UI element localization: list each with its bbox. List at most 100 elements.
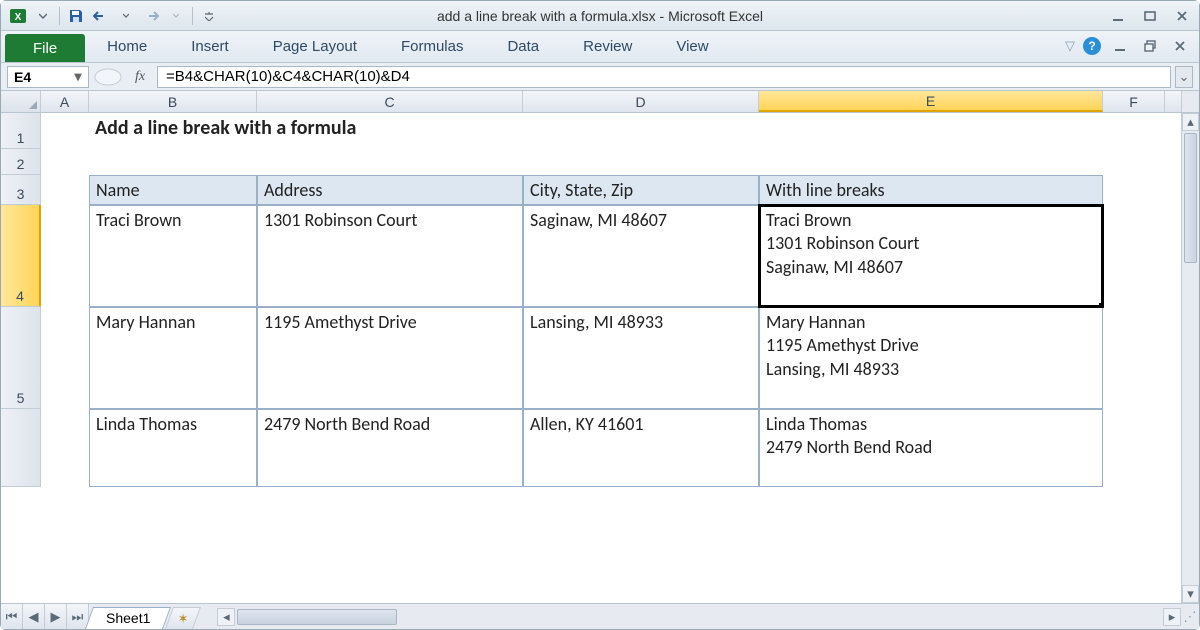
- row-header-4[interactable]: 4: [1, 205, 41, 307]
- vertical-scroll-thumb[interactable]: [1184, 133, 1197, 263]
- svg-text:X: X: [15, 12, 22, 23]
- redo-icon[interactable]: [140, 5, 162, 27]
- table-cell[interactable]: Mary Hannan 1195 Amethyst Drive Lansing,…: [759, 307, 1103, 409]
- table-header: Address: [257, 175, 523, 205]
- tab-formulas[interactable]: Formulas: [379, 31, 486, 62]
- insert-function-button[interactable]: fx: [127, 66, 153, 88]
- undo-icon[interactable]: [90, 5, 112, 27]
- col-header-edge: [1181, 91, 1199, 112]
- cell-A4[interactable]: [41, 205, 89, 307]
- cell-F4[interactable]: [1103, 205, 1165, 307]
- select-all-corner[interactable]: [1, 91, 41, 112]
- table-cell[interactable]: Traci Brown 1301 Robinson Court Saginaw,…: [759, 205, 1103, 307]
- scroll-up-button[interactable]: ▴: [1182, 113, 1199, 131]
- name-box-value: E4: [14, 69, 31, 85]
- tab-view[interactable]: View: [654, 31, 730, 62]
- column-header-A[interactable]: A: [41, 91, 89, 112]
- table-cell[interactable]: Mary Hannan: [89, 307, 257, 409]
- workbook-restore-button[interactable]: [1139, 35, 1161, 57]
- help-icon[interactable]: ?: [1083, 37, 1101, 55]
- first-sheet-button[interactable]: ⏮: [1, 604, 23, 629]
- workbook-minimize-button[interactable]: [1109, 35, 1131, 57]
- file-tab[interactable]: File: [5, 34, 85, 62]
- table-header: With line breaks: [759, 175, 1103, 205]
- column-header-E[interactable]: E: [759, 91, 1103, 112]
- table-header: Name: [89, 175, 257, 205]
- table-cell[interactable]: 2479 North Bend Road: [257, 409, 523, 487]
- column-headers: ABCDEF: [1, 91, 1199, 113]
- prev-sheet-button[interactable]: ◀: [23, 604, 45, 629]
- cell-F3[interactable]: [1103, 175, 1165, 205]
- cell-A3[interactable]: [41, 175, 89, 205]
- quick-access-toolbar: X: [7, 5, 220, 27]
- sheet-tab-label: Sheet1: [106, 610, 150, 626]
- grid-rows[interactable]: 1 Add a line break with a formula 23 NameAd…: [1, 113, 1199, 603]
- vertical-scrollbar[interactable]: ▴ ▾: [1181, 113, 1199, 603]
- qat-dropdown-icon[interactable]: [32, 5, 54, 27]
- cell-F5[interactable]: [1103, 307, 1165, 409]
- cell-blank[interactable]: [257, 149, 523, 175]
- table-cell[interactable]: Lansing, MI 48933: [523, 307, 759, 409]
- formula-input[interactable]: =B4&CHAR(10)&C4&CHAR(10)&D4: [157, 66, 1171, 88]
- workbook-close-button[interactable]: [1169, 35, 1191, 57]
- row-header-2[interactable]: 2: [1, 149, 41, 175]
- table-cell[interactable]: Linda Thomas 2479 North Bend Road: [759, 409, 1103, 487]
- column-header-B[interactable]: B: [89, 91, 257, 112]
- cell-F[interactable]: [1103, 409, 1165, 487]
- horizontal-scroll-thumb[interactable]: [237, 609, 397, 625]
- expand-formula-bar-button[interactable]: ⌄: [1175, 66, 1193, 88]
- window-controls: [1107, 5, 1193, 27]
- next-sheet-button[interactable]: ▶: [45, 604, 67, 629]
- cell-blank[interactable]: [41, 149, 89, 175]
- save-icon[interactable]: [65, 5, 87, 27]
- table-cell[interactable]: 1301 Robinson Court: [257, 205, 523, 307]
- table-cell[interactable]: Saginaw, MI 48607: [523, 205, 759, 307]
- cell-blank[interactable]: [1103, 149, 1165, 175]
- horizontal-scrollbar[interactable]: ◂ ▸: [217, 604, 1181, 629]
- table-cell[interactable]: Traci Brown: [89, 205, 257, 307]
- tab-data[interactable]: Data: [485, 31, 561, 62]
- row-header-1[interactable]: 1: [1, 113, 41, 149]
- excel-icon[interactable]: X: [7, 5, 29, 27]
- table-cell[interactable]: Allen, KY 41601: [523, 409, 759, 487]
- minimize-button[interactable]: [1107, 5, 1129, 27]
- customize-qat-icon[interactable]: [198, 5, 220, 27]
- worksheet-grid: ABCDEF 1 Add a line break with a formula 2…: [1, 91, 1199, 603]
- cell-blank[interactable]: [89, 149, 257, 175]
- resize-grip-icon[interactable]: ⋰: [1181, 604, 1199, 629]
- name-box-dropdown-icon[interactable]: ▾: [71, 70, 85, 84]
- column-header-F[interactable]: F: [1103, 91, 1165, 112]
- table-cell[interactable]: 1195 Amethyst Drive: [257, 307, 523, 409]
- redo-dropdown-icon[interactable]: [165, 5, 187, 27]
- row-header-3[interactable]: 3: [1, 175, 41, 205]
- new-sheet-button[interactable]: ✶: [165, 607, 201, 629]
- cell-A[interactable]: [41, 409, 89, 487]
- row-header-[interactable]: [1, 409, 41, 487]
- scroll-left-button[interactable]: ◂: [217, 608, 235, 626]
- tab-insert[interactable]: Insert: [169, 31, 251, 62]
- cell-A5[interactable]: [41, 307, 89, 409]
- namebox-handle-icon: [93, 67, 123, 87]
- row-header-5[interactable]: 5: [1, 307, 41, 409]
- formula-bar: E4 ▾ fx =B4&CHAR(10)&C4&CHAR(10)&D4 ⌄: [1, 63, 1199, 91]
- cell-blank[interactable]: [523, 149, 759, 175]
- table-cell[interactable]: Linda Thomas: [89, 409, 257, 487]
- scroll-right-button[interactable]: ▸: [1163, 608, 1181, 626]
- column-header-D[interactable]: D: [523, 91, 759, 112]
- maximize-button[interactable]: [1139, 5, 1161, 27]
- cell-A1[interactable]: [41, 113, 89, 149]
- undo-dropdown-icon[interactable]: [115, 5, 137, 27]
- page-title: Add a line break with a formula: [89, 113, 1165, 149]
- cell-blank[interactable]: [759, 149, 1103, 175]
- tab-review[interactable]: Review: [561, 31, 654, 62]
- tab-home[interactable]: Home: [85, 31, 169, 62]
- close-button[interactable]: [1171, 5, 1193, 27]
- ribbon-minimize-icon[interactable]: ▽: [1065, 38, 1075, 54]
- scroll-down-button[interactable]: ▾: [1182, 585, 1199, 603]
- tab-page-layout[interactable]: Page Layout: [251, 31, 379, 62]
- ribbon: File Home Insert Page Layout Formulas Da…: [1, 31, 1199, 63]
- column-header-C[interactable]: C: [257, 91, 523, 112]
- name-box[interactable]: E4 ▾: [7, 66, 89, 88]
- sheet-tab-sheet1[interactable]: Sheet1: [85, 607, 171, 629]
- sheet-tab-bar: ⏮ ◀ ▶ ⏭ Sheet1 ✶ ◂ ▸ ⋰: [1, 603, 1199, 629]
